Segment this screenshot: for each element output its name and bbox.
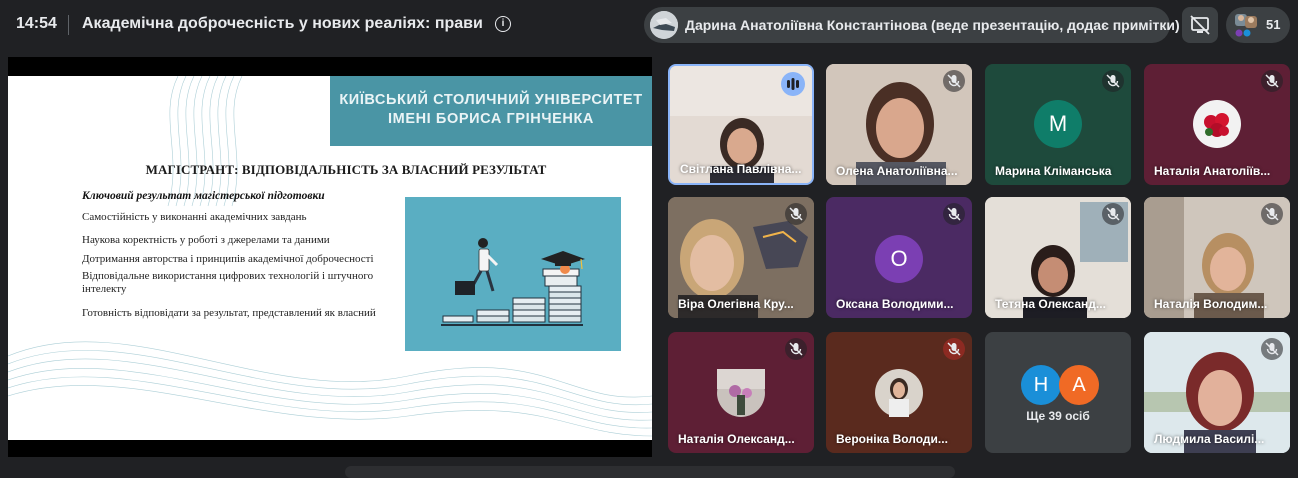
participant-tile[interactable]: Віра Олегівна Кру... (668, 197, 814, 318)
participant-tile[interactable]: Наталія Анатоліїв... (1144, 64, 1290, 185)
participant-name: Вероніка Володи... (836, 432, 948, 446)
mute-indicator (785, 203, 807, 225)
participant-avatar (875, 369, 923, 417)
mute-indicator (1261, 70, 1283, 92)
mute-indicator (1261, 203, 1283, 225)
participant-name: Людмила Василі... (1154, 432, 1265, 446)
participant-tile[interactable]: Людмила Василі... (1144, 332, 1290, 453)
slide-bullet: Дотримання авторства і принципів академі… (82, 253, 374, 265)
participant-tile[interactable]: Тетяна Олександ... (985, 197, 1131, 318)
participant-avatar: O (875, 235, 923, 283)
presenter-label: Дарина Анатоліївна Константінова (веде п… (685, 17, 1180, 33)
participant-tile[interactable]: Наталія Олександ... (668, 332, 814, 453)
others-count-label: Ще 39 осіб (1026, 409, 1090, 423)
divider (68, 15, 69, 35)
participant-name: Наталія Володим... (1154, 297, 1268, 311)
present-button[interactable] (1182, 7, 1218, 43)
people-button[interactable]: 51 (1226, 7, 1290, 43)
banner-line-2: ІМЕНІ БОРИСА ГРІНЧЕНКА (388, 111, 594, 127)
mic-off-icon (1265, 342, 1279, 356)
participant-tile[interactable]: M Марина Кліманська (985, 64, 1131, 185)
speaking-indicator (781, 72, 805, 96)
participants-count: 51 (1266, 17, 1281, 32)
participant-name: Наталія Анатоліїв... (1154, 164, 1271, 178)
others-tile[interactable]: Н А Ще 39 осіб (985, 332, 1131, 453)
slide-bullet: Готовність відповідати за результат, пре… (82, 307, 376, 319)
mute-indicator (1102, 70, 1124, 92)
meeting-title: Академічна доброчесність у нових реаліях… (82, 15, 483, 32)
mute-indicator (943, 338, 965, 360)
slide-bullet: Самостійність у виконанні академічних за… (82, 211, 307, 223)
mic-off-icon (1106, 207, 1120, 221)
participant-tile[interactable]: Наталія Володим... (1144, 197, 1290, 318)
slide-banner: КИЇВСЬКИЙ СТОЛИЧНИЙ УНІВЕРСИТЕТ ІМЕНІ БО… (330, 76, 652, 146)
presentation-slide: КИЇВСЬКИЙ СТОЛИЧНИЙ УНІВЕРСИТЕТ ІМЕНІ БО… (8, 76, 652, 440)
mic-off-icon (947, 74, 961, 88)
participant-name: Оксана Володими... (836, 297, 954, 311)
mute-indicator (785, 338, 807, 360)
slide-bullet: Наукова коректність у роботі з джерелами… (82, 234, 330, 246)
presenter-chip[interactable]: Дарина Анатоліївна Константінова (веде п… (644, 7, 1180, 43)
mic-off-icon (947, 207, 961, 221)
slide-subtitle: Ключовий результат магістерської підгото… (82, 190, 325, 202)
mute-indicator (943, 70, 965, 92)
participant-avatar (1193, 100, 1241, 148)
mute-indicator (1261, 338, 1283, 360)
participant-name: Віра Олегівна Кру... (678, 297, 794, 311)
people-icon (1235, 14, 1257, 37)
participant-tile[interactable]: Світлана Павлівна... (668, 64, 814, 185)
participant-avatar (717, 369, 765, 417)
mic-off-icon (1265, 74, 1279, 88)
participant-tile[interactable]: O Оксана Володими... (826, 197, 972, 318)
presenter-avatar (650, 11, 678, 39)
top-bar: 14:54 Академічна доброчесність у нових р… (0, 0, 1298, 50)
mic-off-icon (789, 207, 803, 221)
graduation-illustration (405, 197, 621, 351)
participant-tile[interactable]: Олена Анатоліївна... (826, 64, 972, 185)
participant-tile[interactable]: Вероніка Володи... (826, 332, 972, 453)
mic-off-icon (947, 342, 961, 356)
mic-off-icon (789, 342, 803, 356)
participant-avatar: А (1059, 365, 1099, 405)
mute-indicator (1102, 203, 1124, 225)
participant-name: Наталія Олександ... (678, 432, 795, 446)
participant-avatar: M (1034, 100, 1082, 148)
participant-name: Тетяна Олександ... (995, 297, 1106, 311)
participant-avatar: Н (1021, 365, 1061, 405)
participant-name: Олена Анатоліївна... (836, 164, 958, 178)
banner-line-1: КИЇВСЬКИЙ СТОЛИЧНИЙ УНІВЕРСИТЕТ (339, 92, 643, 108)
speaking-icon (787, 78, 799, 90)
clock: 14:54 (16, 15, 57, 32)
mute-indicator (943, 203, 965, 225)
participant-name: Марина Кліманська (995, 164, 1112, 178)
participant-name: Світлана Павлівна... (680, 162, 802, 176)
slide-bullet: Відповідальне використання цифрових техн… (82, 270, 374, 295)
present-off-icon (1190, 15, 1210, 35)
info-icon[interactable]: i (495, 16, 511, 32)
mic-off-icon (1106, 74, 1120, 88)
slide-title: МАГІСТРАНТ: ВІДПОВІДАЛЬНІСТЬ ЗА ВЛАСНИЙ … (145, 162, 547, 177)
mic-off-icon (1265, 207, 1279, 221)
bottom-toolbar-edge (345, 466, 955, 478)
